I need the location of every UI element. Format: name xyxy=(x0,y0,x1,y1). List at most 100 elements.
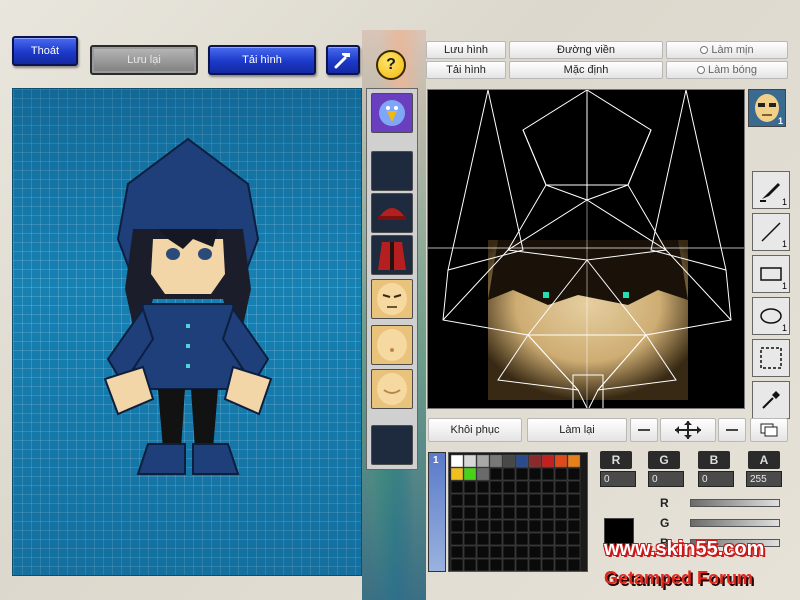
palette-swatch[interactable] xyxy=(502,545,516,559)
palette-swatch[interactable] xyxy=(528,532,542,546)
item-slot-empty-bottom[interactable] xyxy=(371,425,413,465)
palette-swatch[interactable] xyxy=(450,532,464,546)
palette-swatch[interactable] xyxy=(567,467,581,481)
move-button[interactable] xyxy=(660,418,716,442)
palette-swatch[interactable] xyxy=(463,532,477,546)
palette-swatch[interactable] xyxy=(541,532,555,546)
default-button[interactable]: Mặc định xyxy=(509,61,663,79)
palette-swatch[interactable] xyxy=(554,519,568,533)
load-image-button[interactable]: Tải hình xyxy=(426,61,506,79)
palette-swatch[interactable] xyxy=(567,480,581,494)
palette-swatch[interactable] xyxy=(502,506,516,520)
layer-copy-button[interactable] xyxy=(750,418,788,442)
palette-swatch[interactable] xyxy=(450,454,464,468)
green-slider[interactable] xyxy=(690,519,780,527)
palette-swatch[interactable] xyxy=(541,454,555,468)
palette-swatch[interactable] xyxy=(476,506,490,520)
palette-swatch[interactable] xyxy=(528,545,542,559)
palette-swatch[interactable] xyxy=(515,558,529,572)
palette-swatch[interactable] xyxy=(463,545,477,559)
shift-right-button[interactable] xyxy=(718,418,746,442)
palette-swatch[interactable] xyxy=(528,480,542,494)
red-slider[interactable] xyxy=(690,499,780,507)
palette-swatch[interactable] xyxy=(515,467,529,481)
tool-line[interactable]: 1 xyxy=(752,213,790,251)
palette-swatch[interactable] xyxy=(541,545,555,559)
smooth-option[interactable]: Làm mịn xyxy=(666,41,788,59)
palette-swatch[interactable] xyxy=(489,532,503,546)
outline-button[interactable]: Đường viền xyxy=(509,41,663,59)
palette-swatch[interactable] xyxy=(541,493,555,507)
save-button[interactable]: Lưu lại xyxy=(90,45,198,75)
palette-swatch[interactable] xyxy=(489,545,503,559)
tool-eyedropper[interactable] xyxy=(752,381,790,419)
tool-selection[interactable] xyxy=(752,339,790,377)
palette-swatch[interactable] xyxy=(567,519,581,533)
palette-swatch[interactable] xyxy=(567,506,581,520)
palette-swatch[interactable] xyxy=(476,454,490,468)
palette-swatch[interactable] xyxy=(463,454,477,468)
texture-editor-canvas[interactable] xyxy=(427,89,745,409)
palette-swatch[interactable] xyxy=(554,493,568,507)
hammer-button[interactable] xyxy=(326,45,360,75)
item-slot-head[interactable] xyxy=(371,93,413,133)
shine-option[interactable]: Làm bóng xyxy=(666,61,788,79)
item-slot-face[interactable] xyxy=(371,279,413,319)
alpha-value[interactable]: 255 xyxy=(746,471,782,487)
red-value[interactable]: 0 xyxy=(600,471,636,487)
palette-swatch[interactable] xyxy=(476,558,490,572)
palette-swatch[interactable] xyxy=(502,493,516,507)
palette-swatch[interactable] xyxy=(489,480,503,494)
palette-swatch[interactable] xyxy=(463,467,477,481)
palette-swatch[interactable] xyxy=(476,545,490,559)
face-thumbnail[interactable]: 1 xyxy=(748,89,786,127)
palette-swatch[interactable] xyxy=(554,545,568,559)
palette-swatch[interactable] xyxy=(502,454,516,468)
palette-swatch[interactable] xyxy=(515,506,529,520)
palette-swatch[interactable] xyxy=(450,558,464,572)
palette-swatch[interactable] xyxy=(567,532,581,546)
item-slot-legs[interactable] xyxy=(371,369,413,409)
palette-swatch[interactable] xyxy=(450,480,464,494)
palette-swatch[interactable] xyxy=(463,519,477,533)
shine-radio[interactable] xyxy=(697,66,706,74)
palette-swatch[interactable] xyxy=(489,454,503,468)
palette-swatch[interactable] xyxy=(489,467,503,481)
restore-button[interactable]: Khôi phục xyxy=(428,418,522,442)
palette-swatch[interactable] xyxy=(528,454,542,468)
palette-swatch[interactable] xyxy=(502,480,516,494)
palette-swatch[interactable] xyxy=(515,454,529,468)
palette-swatch[interactable] xyxy=(450,467,464,481)
green-value[interactable]: 0 xyxy=(648,471,684,487)
layer-strip[interactable]: 1 xyxy=(428,452,446,572)
palette-swatch[interactable] xyxy=(502,532,516,546)
save-image-button[interactable]: Lưu hình xyxy=(426,41,506,59)
palette-swatch[interactable] xyxy=(567,493,581,507)
palette-swatch[interactable] xyxy=(541,558,555,572)
palette-swatch[interactable] xyxy=(515,480,529,494)
palette-swatch[interactable] xyxy=(515,532,529,546)
blue-value[interactable]: 0 xyxy=(698,471,734,487)
palette-swatch[interactable] xyxy=(450,493,464,507)
palette-swatch[interactable] xyxy=(528,467,542,481)
palette-swatch[interactable] xyxy=(554,480,568,494)
palette-swatch[interactable] xyxy=(463,480,477,494)
palette-swatch[interactable] xyxy=(528,493,542,507)
shift-left-button[interactable] xyxy=(630,418,658,442)
exit-button[interactable]: Thoát xyxy=(12,36,78,66)
tool-pen[interactable]: 1 xyxy=(752,171,790,209)
item-slot-empty[interactable] xyxy=(371,151,413,191)
palette-swatch[interactable] xyxy=(489,519,503,533)
palette-swatch[interactable] xyxy=(541,480,555,494)
palette-swatch[interactable] xyxy=(515,493,529,507)
palette-swatch[interactable] xyxy=(489,493,503,507)
palette-swatch[interactable] xyxy=(554,558,568,572)
palette-swatch[interactable] xyxy=(528,506,542,520)
palette-swatch[interactable] xyxy=(450,519,464,533)
palette-swatch[interactable] xyxy=(450,545,464,559)
tool-ellipse[interactable]: 1 xyxy=(752,297,790,335)
palette-swatch[interactable] xyxy=(515,545,529,559)
palette-swatch[interactable] xyxy=(476,532,490,546)
item-slot-torso[interactable] xyxy=(371,325,413,365)
palette-swatch[interactable] xyxy=(476,519,490,533)
